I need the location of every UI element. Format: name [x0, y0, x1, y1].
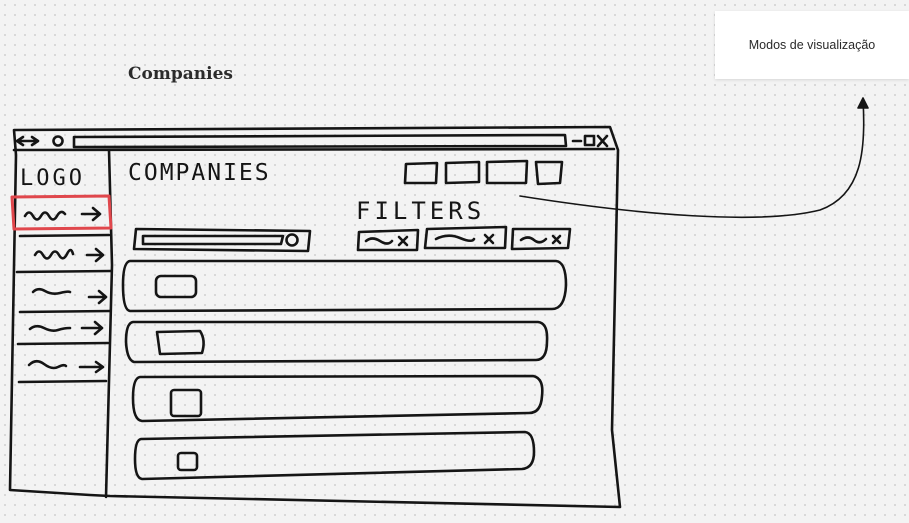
view-mode-button-1[interactable] — [403, 161, 439, 185]
url-bar[interactable] — [72, 133, 568, 149]
back-forward-icon[interactable] — [15, 135, 40, 147]
browser-window-outline — [8, 125, 622, 509]
wireframe-sketch: LOGO COMPANIES FILTERS — [8, 97, 869, 509]
view-mode-button-2[interactable] — [444, 160, 481, 185]
view-mode-buttons — [403, 159, 564, 186]
view-mode-button-3[interactable] — [485, 159, 529, 185]
list-row-4[interactable] — [133, 430, 536, 481]
filters-label: FILTERS — [356, 197, 485, 225]
list-row-avatar — [169, 388, 203, 418]
refresh-icon[interactable] — [52, 135, 64, 147]
list-row-avatar — [154, 274, 198, 299]
nav-item-1[interactable] — [23, 206, 102, 222]
maximize-icon[interactable] — [583, 134, 596, 147]
page-heading: COMPANIES — [128, 160, 271, 186]
nav-item-2[interactable] — [33, 247, 105, 263]
sidebar — [10, 148, 114, 499]
search-icon[interactable] — [285, 233, 299, 247]
connector-arrow — [519, 99, 865, 219]
close-icon[interactable] — [596, 134, 609, 148]
nav-item-5[interactable] — [27, 359, 105, 374]
search-bar[interactable] — [132, 227, 312, 253]
nav-item-3[interactable] — [31, 287, 108, 305]
list-row-2[interactable] — [124, 320, 549, 364]
list-row-avatar — [155, 329, 205, 356]
filter-chip-3[interactable] — [510, 227, 572, 251]
browser-toolbar — [12, 133, 616, 152]
arrowhead-icon — [857, 97, 869, 109]
logo: LOGO — [20, 166, 85, 191]
filter-chip-1[interactable] — [356, 228, 420, 252]
view-mode-button-4[interactable] — [534, 160, 564, 186]
list-row-3[interactable] — [131, 374, 544, 423]
filter-chip-2[interactable] — [423, 225, 508, 250]
list-row-avatar — [176, 451, 199, 472]
list-row-1[interactable] — [121, 259, 568, 313]
nav-item-4[interactable] — [28, 320, 104, 336]
